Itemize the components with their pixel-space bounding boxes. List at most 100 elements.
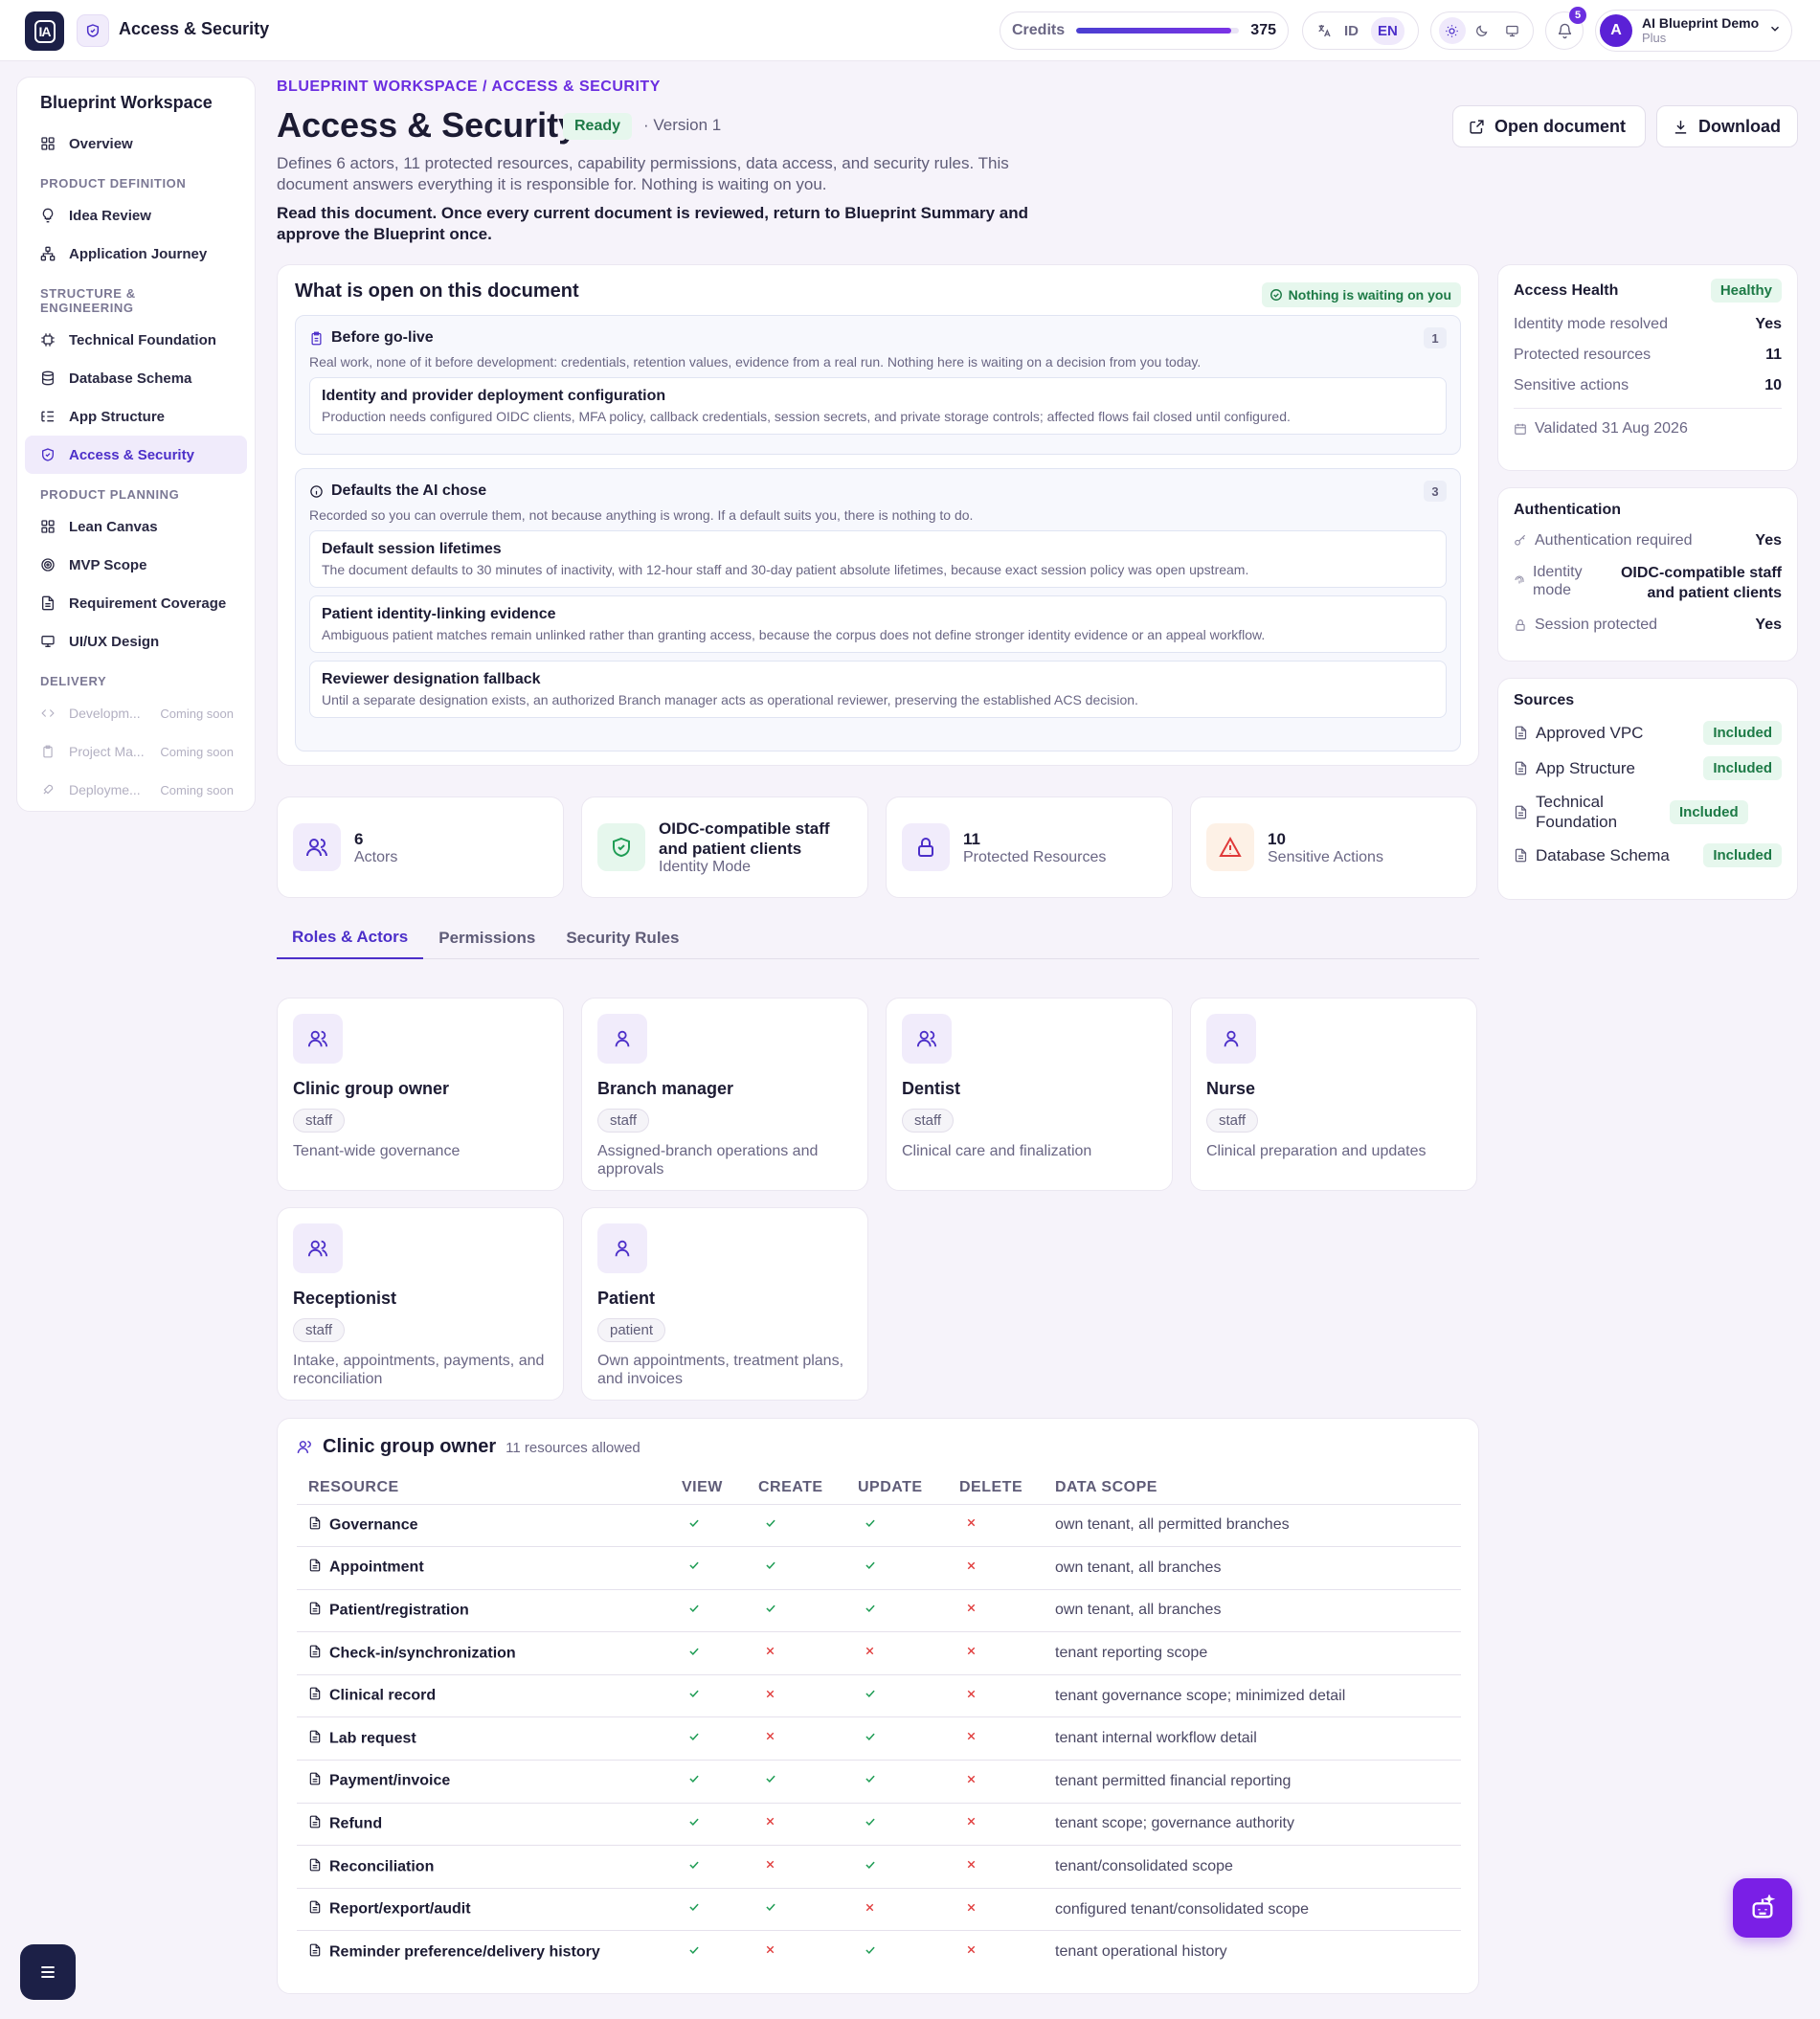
health-value: 11 [1765, 347, 1782, 363]
check-icon [858, 1943, 877, 1957]
file-icon [308, 1858, 322, 1876]
x-icon [858, 1901, 876, 1914]
file-icon [308, 1730, 322, 1748]
cpu-icon [38, 332, 57, 348]
sidebar-item-technical-foundation[interactable]: Technical Foundation [25, 321, 247, 359]
check-icon [858, 1858, 877, 1872]
sidebar-item-label: Overview [69, 135, 133, 152]
menu-button[interactable] [20, 1944, 76, 2000]
open-item[interactable]: Patient identity-linking evidence Ambigu… [309, 595, 1447, 653]
nothing-waiting-text: Nothing is waiting on you [1288, 287, 1451, 303]
shield-check-icon [597, 823, 645, 871]
resource-cell: Appointment [297, 1546, 682, 1590]
ai-assistant-button[interactable] [1733, 1878, 1792, 1938]
open-item[interactable]: Reviewer designation fallback Until a se… [309, 661, 1447, 718]
check-icon [682, 1943, 701, 1957]
role-description: Own appointments, treatment plans, and i… [597, 1353, 844, 1387]
role-card[interactable]: Nurse staff Clinical preparation and upd… [1190, 998, 1477, 1191]
shield-icon [77, 14, 109, 47]
role-type-tag: staff [1206, 1109, 1259, 1133]
check-icon [858, 1516, 877, 1530]
app-logo[interactable]: IA [25, 11, 64, 51]
sidebar-item-label: Lean Canvas [69, 518, 158, 535]
data-scope-cell: tenant governance scope; minimized detai… [1055, 1674, 1461, 1718]
lang-option-id[interactable]: ID [1337, 17, 1365, 45]
x-icon [959, 1730, 977, 1742]
file-icon [308, 1900, 322, 1918]
check-icon [682, 1858, 701, 1872]
moon-icon[interactable] [1469, 17, 1495, 44]
grid-icon [38, 519, 57, 534]
check-icon [758, 1772, 777, 1785]
top-bar: IA Access & Security Credits 375 ID EN 5 [0, 0, 1820, 61]
role-card[interactable]: Dentist staff Clinical care and finaliza… [886, 998, 1173, 1191]
sidebar-item-overview[interactable]: Overview [25, 124, 247, 163]
sidebar-item-application-journey[interactable]: Application Journey [25, 235, 247, 273]
role-card[interactable]: Receptionist staff Intake, appointments,… [277, 1207, 564, 1401]
x-icon [959, 1559, 977, 1572]
source-item[interactable]: App Structure Included [1514, 756, 1782, 780]
role-description: Intake, appointments, payments, and reco… [293, 1353, 545, 1387]
breadcrumb[interactable]: BLUEPRINT WORKSPACE / ACCESS & SECURITY [277, 79, 661, 96]
bell-icon [1557, 23, 1573, 39]
sidebar-item-idea-review[interactable]: Idea Review [25, 196, 247, 235]
sidebar-item-requirement-coverage[interactable]: Requirement Coverage [25, 584, 247, 622]
data-scope-cell: tenant operational history [1055, 1943, 1227, 1961]
resource-name: Governance [329, 1516, 418, 1534]
sidebar-item-label: Deployme... [69, 782, 141, 797]
auth-value: Yes [1755, 617, 1782, 633]
sidebar-item-lean-canvas[interactable]: Lean Canvas [25, 507, 247, 546]
source-item[interactable]: Database Schema Included [1514, 843, 1782, 867]
resource-name: Patient/registration [329, 1602, 469, 1619]
table-row: Lab request tenant internal workflow deta… [297, 1716, 1461, 1761]
source-item[interactable]: Technical Foundation Included [1514, 792, 1782, 832]
download-button[interactable]: Download [1656, 105, 1798, 147]
role-card[interactable]: Patient patient Own appointments, treatm… [581, 1207, 868, 1401]
open-document-button[interactable]: Open document [1452, 105, 1646, 147]
sidebar-item-app-structure[interactable]: App Structure [25, 397, 247, 436]
sidebar-item-access-security[interactable]: Access & Security [25, 436, 247, 474]
credits-value: 375 [1250, 22, 1276, 38]
users-icon [293, 823, 341, 871]
x-icon [959, 1645, 977, 1657]
sun-icon[interactable] [1438, 17, 1466, 44]
sidebar: Blueprint Workspace Overview PRODUCT DEF… [16, 77, 256, 812]
source-item[interactable]: Approved VPC Included [1514, 721, 1782, 745]
shield-icon [38, 447, 57, 462]
group-title: Defaults the AI chose [331, 482, 487, 499]
sources-card: Sources Approved VPC Included App Struct… [1497, 678, 1798, 900]
resource-name: Check-in/synchronization [329, 1645, 516, 1662]
permission-create-cell [758, 1760, 858, 1804]
tab-roles-actors[interactable]: Roles & Actors [277, 917, 424, 959]
open-item[interactable]: Identity and provider deployment configu… [309, 377, 1447, 435]
role-card[interactable]: Branch manager staff Assigned-branch ope… [581, 998, 868, 1191]
coming-soon-label: Coming soon [160, 744, 234, 759]
check-icon [758, 1602, 777, 1615]
sources-title: Sources [1514, 692, 1575, 708]
permission-create-cell [758, 1888, 858, 1932]
role-type-tag: staff [293, 1318, 346, 1342]
tab-permissions[interactable]: Permissions [423, 917, 550, 959]
lang-option-en[interactable]: EN [1371, 16, 1404, 45]
permission-update-cell [858, 1716, 959, 1761]
theme-switcher [1430, 11, 1534, 50]
permission-view-cell [682, 1674, 758, 1718]
open-item[interactable]: Default session lifetimes The document d… [309, 530, 1447, 588]
coming-soon-label: Coming soon [160, 782, 234, 797]
tab-security-rules[interactable]: Security Rules [550, 917, 694, 959]
page-instruction: Read this document. Once every current d… [277, 204, 1029, 243]
user-menu[interactable]: A AI Blueprint Demo Plus [1595, 10, 1792, 52]
table-row: Reconciliation tenant/consolidated scope [297, 1845, 1461, 1889]
role-card[interactable]: Clinic group owner staff Tenant-wide gov… [277, 998, 564, 1191]
credits-meter[interactable]: Credits 375 [1000, 11, 1289, 50]
table-row: Check-in/synchronization tenant reporting… [297, 1631, 1461, 1675]
notifications-button[interactable]: 5 [1545, 7, 1586, 50]
sidebar-item-mvp-scope[interactable]: MVP Scope [25, 546, 247, 584]
sidebar-item-database-schema[interactable]: Database Schema [25, 359, 247, 397]
clipboard-icon [309, 331, 324, 346]
sidebar-item-uiux-design[interactable]: UI/UX Design [25, 622, 247, 661]
check-icon [858, 1730, 877, 1743]
permission-create-cell [758, 1931, 858, 1974]
monitor-icon[interactable] [1498, 17, 1525, 44]
user-icon [597, 1223, 647, 1273]
